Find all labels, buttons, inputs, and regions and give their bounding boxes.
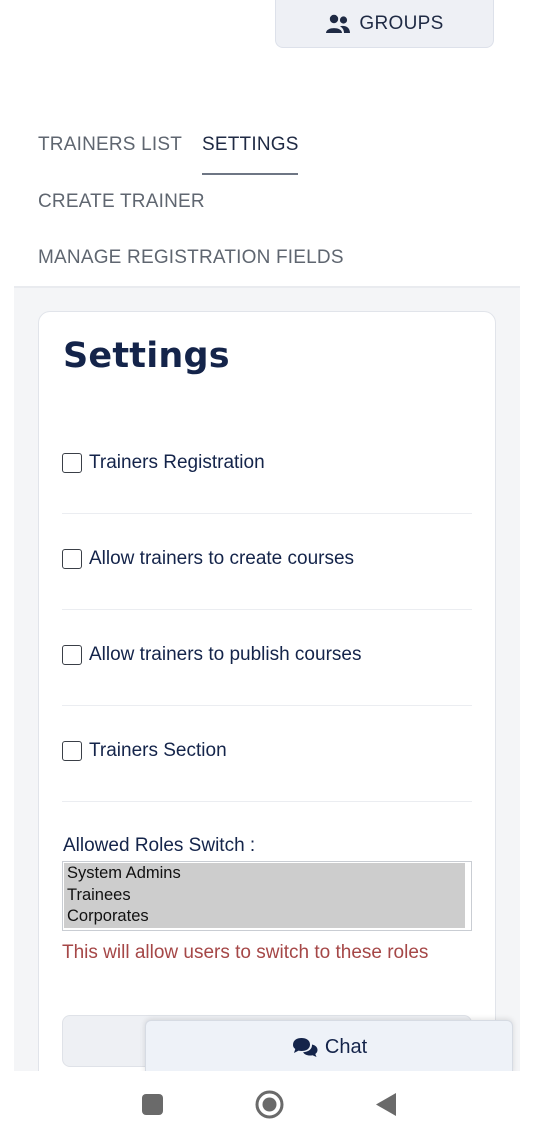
square-icon[interactable] <box>142 1094 163 1115</box>
setting-label: Trainers Section <box>89 740 227 761</box>
allow-create-courses-checkbox[interactable] <box>62 549 82 569</box>
setting-trainers-section[interactable]: Trainers Section <box>62 740 472 762</box>
tab-settings[interactable]: SETTINGS <box>202 134 299 156</box>
allowed-roles-label: Allowed Roles Switch : <box>63 835 256 856</box>
circle-home-icon[interactable] <box>255 1090 284 1119</box>
setting-allow-publish-courses[interactable]: Allow trainers to publish courses <box>62 644 472 666</box>
chat-bubbles-icon <box>292 1038 318 1057</box>
allow-publish-courses-checkbox[interactable] <box>62 645 82 665</box>
allowed-roles-select[interactable]: System Admins Trainees Corporates <box>62 861 472 931</box>
row-divider <box>62 801 472 802</box>
setting-trainers-registration[interactable]: Trainers Registration <box>62 452 472 474</box>
roles-hint-text: This will allow users to switch to these… <box>62 942 429 963</box>
trainers-section-checkbox[interactable] <box>62 741 82 761</box>
setting-allow-create-courses[interactable]: Allow trainers to create courses <box>62 548 472 570</box>
setting-label: Allow trainers to publish courses <box>89 644 362 665</box>
setting-label: Allow trainers to create courses <box>89 548 355 569</box>
row-divider <box>62 705 472 706</box>
role-option-system-admins[interactable]: System Admins <box>64 863 465 885</box>
trainers-registration-checkbox[interactable] <box>62 453 82 473</box>
users-icon <box>326 14 351 33</box>
active-tab-indicator <box>202 173 298 175</box>
chat-button[interactable]: Chat <box>145 1020 513 1074</box>
groups-button-label: GROUPS <box>359 12 444 34</box>
groups-button[interactable]: GROUPS <box>275 0 494 48</box>
tab-manage-registration-fields[interactable]: MANAGE REGISTRATION FIELDS <box>38 247 344 269</box>
tab-create-trainer[interactable]: CREATE TRAINER <box>38 191 205 213</box>
setting-label: Trainers Registration <box>89 452 265 473</box>
role-option-corporates[interactable]: Corporates <box>64 906 465 928</box>
chat-button-label: Chat <box>324 1035 368 1058</box>
row-divider <box>62 609 472 610</box>
settings-card <box>38 311 496 1091</box>
triangle-back-icon[interactable] <box>375 1092 397 1117</box>
tab-trainers-list[interactable]: TRAINERS LIST <box>38 134 182 156</box>
role-option-trainees[interactable]: Trainees <box>64 884 465 906</box>
page-title: Settings <box>63 336 230 376</box>
row-divider <box>62 513 472 514</box>
